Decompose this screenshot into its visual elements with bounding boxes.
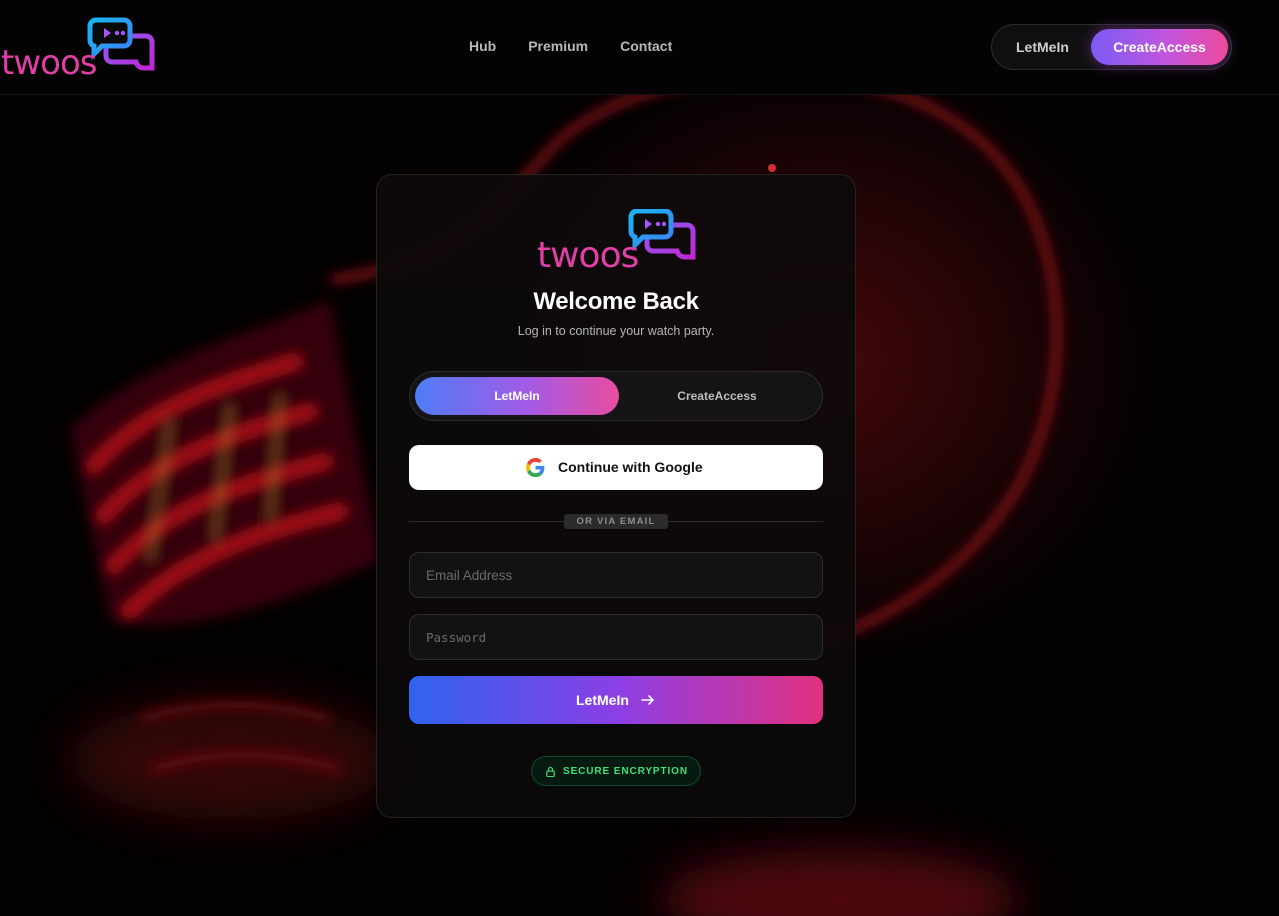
main-nav: Hub Premium Contact (469, 38, 672, 54)
nav-link-hub[interactable]: Hub (469, 38, 496, 54)
page-title: Welcome Back (533, 288, 699, 315)
secure-encryption-badge: SECURE ENCRYPTION (531, 756, 701, 786)
chat-bubbles-logo-icon: twoos (537, 209, 696, 271)
divider-label: OR VIA EMAIL (564, 514, 668, 529)
login-card: twoos Welcome Back Log in to continue yo… (376, 174, 856, 818)
brand-logo[interactable]: twoos (0, 16, 156, 80)
google-signin-button[interactable]: Continue with Google (409, 445, 823, 490)
arrow-right-icon (641, 695, 654, 705)
header-signup-button[interactable]: CreateAccess (1091, 29, 1228, 65)
nav-link-contact[interactable]: Contact (620, 38, 672, 54)
tab-login[interactable]: LetMeIn (415, 377, 619, 415)
submit-label: LetMeIn (576, 692, 629, 708)
email-field[interactable] (409, 552, 823, 598)
google-button-label: Continue with Google (558, 459, 703, 475)
header-login-button[interactable]: LetMeIn (1016, 39, 1069, 55)
secure-label: SECURE ENCRYPTION (563, 766, 688, 777)
card-logo: twoos (535, 209, 699, 271)
lock-icon (546, 766, 555, 777)
chat-bubbles-logo-icon: twoos (1, 17, 155, 80)
nav-link-premium[interactable]: Premium (528, 38, 588, 54)
google-icon (526, 458, 545, 477)
svg-text:twoos: twoos (537, 235, 638, 271)
top-header: twoos Hub Premium Contact LetMeIn Create… (0, 0, 1279, 95)
password-field[interactable] (409, 614, 823, 660)
page-subtitle: Log in to continue your watch party. (517, 324, 715, 338)
login-submit-button[interactable]: LetMeIn (409, 676, 823, 724)
header-auth-group: LetMeIn CreateAccess (991, 24, 1232, 70)
auth-mode-tabs: LetMeIn CreateAccess (409, 371, 823, 421)
svg-text:twoos: twoos (1, 43, 97, 80)
tab-signup[interactable]: CreateAccess (615, 377, 819, 415)
